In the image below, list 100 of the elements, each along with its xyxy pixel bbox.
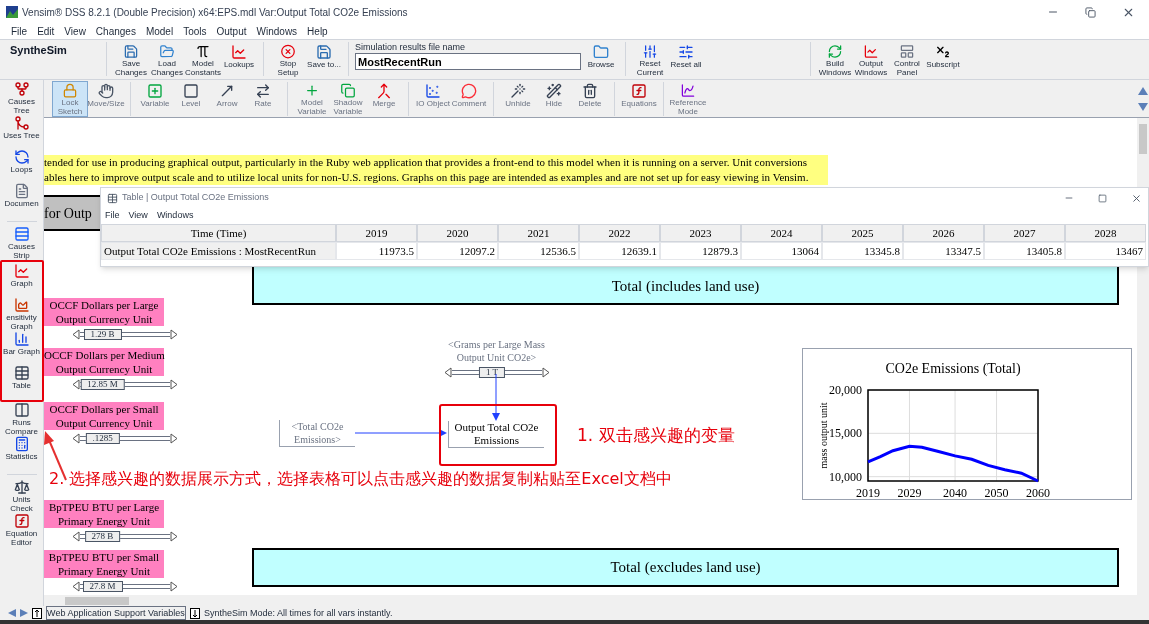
value-slider[interactable]: .1285 [72,433,178,444]
right-arrow-icon[interactable] [170,531,178,542]
table-cell[interactable]: 12097.2 [417,242,498,260]
right-arrow-icon[interactable] [170,379,178,390]
column-header: Time (Time) [101,224,336,242]
menu-item[interactable]: Edit [37,25,55,38]
table-cell[interactable]: 13064 [741,242,822,260]
curve-chart-icon [680,82,696,98]
tree-icon [13,115,30,131]
analysis-tool-button[interactable]: Equation Editor [1,513,42,547]
value-slider[interactable]: 1 T [443,367,550,378]
analysis-tool-button[interactable]: Graph [1,263,42,297]
scroll-up-icon[interactable] [1138,86,1148,95]
analysis-tool-button[interactable]: Statistics [1,436,42,470]
toolbar-button[interactable]: Save to... [306,42,342,78]
left-arrow-icon[interactable] [8,609,16,617]
analysis-tool-button[interactable]: Documen [1,183,42,217]
value-slider[interactable]: 1.29 B [72,329,178,340]
tick-label: 2019 [856,486,880,500]
table-cell[interactable]: 12639.1 [579,242,660,260]
table-cell[interactable]: 11973.5 [336,242,417,260]
analysis-tool-button[interactable]: Runs Compare [1,402,42,436]
value-slider[interactable]: 12.85 M [72,379,178,390]
menu-item[interactable]: Changes [95,25,136,38]
slider-value[interactable]: 27.8 M [82,581,123,592]
slider-value[interactable]: 278 B [84,531,121,542]
menu-item[interactable]: View [128,209,148,223]
toolbar-button[interactable]: Output Windows [853,42,889,78]
left-arrow-icon[interactable] [443,367,452,378]
trash-icon [582,82,598,99]
slider-value[interactable]: 12.85 M [80,379,125,390]
maximize-icon[interactable] [1098,193,1107,203]
menu-item[interactable]: File [11,25,28,38]
right-arrow-icon[interactable] [170,581,178,592]
left-arrow-icon[interactable] [72,581,80,592]
menu-item[interactable]: Windows [156,209,194,223]
right-arrow-icon[interactable] [20,609,28,617]
analysis-tool-button[interactable]: Causes Tree [1,81,42,115]
toolbar-button[interactable]: Model Constants [185,42,221,78]
analysis-tool-button[interactable]: Causes Strip [1,226,42,260]
menu-item[interactable]: Output [216,25,247,38]
bar-chart-icon [13,331,30,347]
toolbar-button[interactable]: Build Windows [817,42,853,78]
slider-value[interactable]: .1285 [85,433,120,444]
slider-value[interactable]: 1 T [478,367,506,378]
sliders-icon [678,44,694,60]
results-file-field[interactable]: MostRecentRun [355,53,581,70]
left-arrow-icon[interactable] [72,531,80,542]
shadow-variable-label: <Total CO2e Emissions> [279,420,355,447]
variable-label: BpTPEU BTU per Small Primary Energy Unit [44,550,164,578]
toolbar-button[interactable]: Reset Current [632,42,668,78]
menu-item[interactable]: Tools [183,25,207,38]
table-cell[interactable]: 12536.5 [498,242,579,260]
analysis-tool-button[interactable]: Loops [1,149,42,183]
slider-value[interactable]: 1.29 B [83,329,122,340]
menu-item[interactable]: Help [307,25,328,38]
document-icon [13,183,30,199]
analysis-tool-button[interactable]: Table [1,365,42,399]
left-arrow-icon[interactable] [72,379,80,390]
right-arrow-icon[interactable] [541,367,550,378]
menu-item[interactable]: File [105,209,120,223]
table-cell[interactable]: 13467 [1065,242,1146,260]
menu-item[interactable]: Model [145,25,174,38]
toolbar-button[interactable]: Save Changes [113,42,149,78]
horizontal-scrollbar[interactable] [44,595,1149,606]
folder-icon [593,44,609,60]
right-arrow-icon[interactable] [170,329,178,340]
close-icon[interactable] [1131,192,1142,204]
right-arrow-icon[interactable] [170,433,178,444]
analysis-tool-button[interactable]: Uses Tree [1,115,42,149]
toolbar-button[interactable]: Subscript [925,42,961,78]
toolbar-button[interactable]: Load Changes [149,42,185,78]
tree-icon [13,81,30,97]
value-slider[interactable]: 278 B [72,531,178,542]
table-cell[interactable]: 13405.8 [984,242,1065,260]
table-icon [13,365,30,381]
toolbar-button[interactable]: Browse [583,42,619,78]
table-cell[interactable]: 13347.5 [903,242,984,260]
column-header: 2024 [741,224,822,242]
analysis-tool-button[interactable]: ensitivity Graph [1,297,42,331]
lock-icon [62,82,78,98]
restore-icon[interactable] [1085,6,1096,18]
view-name[interactable]: Web Application Support Variables [46,606,186,620]
menu-item[interactable]: Windows [256,25,298,38]
left-arrow-icon[interactable] [72,433,80,444]
toolbar-button[interactable]: Control Panel [889,42,925,78]
toolbar-button[interactable]: Reset all [668,42,704,78]
plus-square-icon [147,82,163,99]
analysis-tool-button[interactable]: Units Check [1,479,42,513]
toolbar-button[interactable]: Lookups [221,42,257,78]
view-icon[interactable] [32,607,42,619]
menu-item[interactable]: View [64,25,86,38]
table-cell[interactable]: 13345.8 [822,242,903,260]
left-arrow-icon[interactable] [72,329,80,340]
scroll-down-icon[interactable] [1138,102,1148,111]
speech-bubble-icon [461,82,477,99]
analysis-tool-button[interactable]: Bar Graph [1,331,42,365]
table-cell[interactable]: 12879.3 [660,242,741,260]
toolbar-button[interactable]: Stop Setup [270,42,306,78]
value-slider[interactable]: 27.8 M [72,581,178,592]
